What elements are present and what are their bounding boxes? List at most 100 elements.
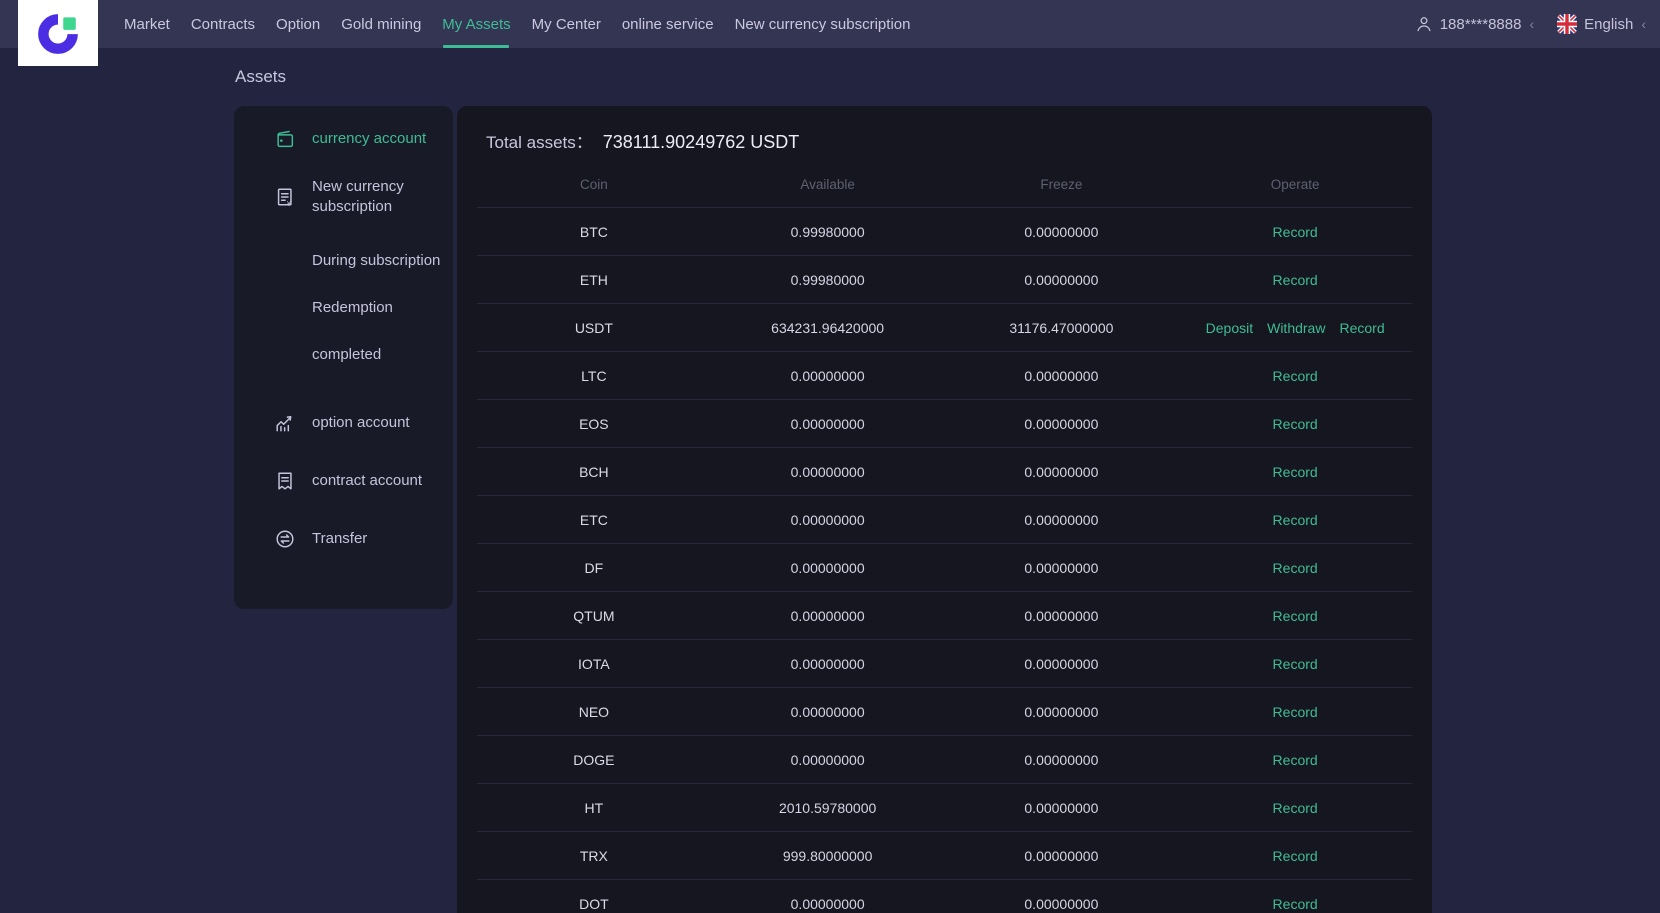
- sidebar-item-label: Transfer: [312, 529, 367, 549]
- record-link[interactable]: Record: [1273, 224, 1318, 240]
- language-label: English: [1584, 16, 1633, 33]
- table-row: TRX 999.80000000 0.00000000 Record: [477, 831, 1412, 879]
- sidebar-item-currency-account[interactable]: currency account: [234, 126, 453, 152]
- nav-menu: Market Contracts Option Gold mining My A…: [0, 0, 910, 48]
- language-selector[interactable]: English ‹: [1557, 14, 1646, 34]
- table-row: LTC 0.00000000 0.00000000 Record: [477, 351, 1412, 399]
- uk-flag-icon: [1557, 14, 1577, 34]
- record-link[interactable]: Record: [1339, 320, 1384, 336]
- table-body: BTC 0.99980000 0.00000000 Record ETH 0.9…: [477, 207, 1412, 913]
- user-menu[interactable]: 188****8888 ‹: [1415, 15, 1534, 33]
- operate-cell: Record: [1178, 416, 1412, 432]
- record-link[interactable]: Record: [1273, 656, 1318, 672]
- transfer-icon: [274, 528, 296, 550]
- table-row: BCH 0.00000000 0.00000000 Record: [477, 447, 1412, 495]
- nav-item-my-center[interactable]: My Center: [532, 0, 601, 48]
- coin-cell: DOT: [477, 896, 711, 912]
- freeze-cell: 0.00000000: [945, 896, 1179, 912]
- record-link[interactable]: Record: [1273, 848, 1318, 864]
- nav-item-option[interactable]: Option: [276, 0, 320, 48]
- chevron-icon: ‹: [1641, 16, 1646, 32]
- table-row: BTC 0.99980000 0.00000000 Record: [477, 207, 1412, 255]
- coin-cell: ETC: [477, 512, 711, 528]
- sidebar-item-completed[interactable]: completed: [234, 342, 453, 368]
- freeze-cell: 0.00000000: [945, 752, 1179, 768]
- sidebar-item-label: During subscription: [312, 251, 440, 271]
- svg-text:¥: ¥: [287, 201, 291, 208]
- sidebar-item-label: Redemption: [312, 298, 393, 318]
- nav-item-online-service[interactable]: online service: [622, 0, 714, 48]
- logo[interactable]: [18, 0, 98, 66]
- record-link[interactable]: Record: [1273, 752, 1318, 768]
- available-cell: 634231.96420000: [711, 320, 945, 336]
- available-cell: 0.99980000: [711, 272, 945, 288]
- page-title: Assets: [235, 67, 286, 87]
- available-cell: 0.00000000: [711, 416, 945, 432]
- chart-icon: [274, 412, 296, 434]
- coin-cell: DOGE: [477, 752, 711, 768]
- available-cell: 0.00000000: [711, 752, 945, 768]
- operate-cell: Record: [1178, 368, 1412, 384]
- available-cell: 0.00000000: [711, 464, 945, 480]
- sidebar-item-during-subscription[interactable]: During subscription: [234, 248, 453, 274]
- user-phone: 188****8888: [1440, 16, 1522, 33]
- record-link[interactable]: Record: [1273, 512, 1318, 528]
- table-row: NEO 0.00000000 0.00000000 Record: [477, 687, 1412, 735]
- operate-cell: Record: [1178, 800, 1412, 816]
- sidebar-item-redemption[interactable]: Redemption: [234, 295, 453, 321]
- record-link[interactable]: Record: [1273, 896, 1318, 912]
- record-link[interactable]: Record: [1273, 368, 1318, 384]
- nav-item-new-currency-subscription[interactable]: New currency subscription: [735, 0, 911, 48]
- sidebar-item-new-currency-subscription[interactable]: ¥ New currency subscription: [234, 175, 453, 219]
- available-cell: 0.00000000: [711, 512, 945, 528]
- coin-cell: NEO: [477, 704, 711, 720]
- operate-cell: Record: [1178, 464, 1412, 480]
- freeze-cell: 0.00000000: [945, 224, 1179, 240]
- available-cell: 2010.59780000: [711, 800, 945, 816]
- freeze-cell: 31176.47000000: [945, 320, 1179, 336]
- freeze-cell: 0.00000000: [945, 800, 1179, 816]
- operate-cell: Record: [1178, 224, 1412, 240]
- operate-cell: Record: [1178, 656, 1412, 672]
- table-row: ETH 0.99980000 0.00000000 Record: [477, 255, 1412, 303]
- record-link[interactable]: Record: [1273, 416, 1318, 432]
- sidebar-item-label: option account: [312, 413, 410, 433]
- operate-cell: Record: [1178, 704, 1412, 720]
- record-link[interactable]: Record: [1273, 608, 1318, 624]
- freeze-cell: 0.00000000: [945, 272, 1179, 288]
- nav-item-market[interactable]: Market: [124, 0, 170, 48]
- nav-item-contracts[interactable]: Contracts: [191, 0, 255, 48]
- freeze-cell: 0.00000000: [945, 608, 1179, 624]
- assets-sidebar: currency account ¥ New currency subscrip…: [234, 106, 453, 609]
- table-row: DOT 0.00000000 0.00000000 Record: [477, 879, 1412, 913]
- top-nav: Market Contracts Option Gold mining My A…: [0, 0, 1660, 48]
- coin-cell: QTUM: [477, 608, 711, 624]
- wallet-icon: [274, 128, 296, 150]
- nav-item-my-assets[interactable]: My Assets: [442, 0, 510, 48]
- nav-right-cluster: 188****8888 ‹ English ‹: [1415, 0, 1646, 48]
- table-row: ETC 0.00000000 0.00000000 Record: [477, 495, 1412, 543]
- sidebar-item-label: contract account: [312, 471, 422, 491]
- sidebar-item-transfer[interactable]: Transfer: [234, 526, 453, 552]
- freeze-cell: 0.00000000: [945, 848, 1179, 864]
- record-link[interactable]: Record: [1273, 464, 1318, 480]
- available-cell: 0.00000000: [711, 656, 945, 672]
- withdraw-link[interactable]: Withdraw: [1267, 320, 1325, 336]
- record-link[interactable]: Record: [1273, 704, 1318, 720]
- record-link[interactable]: Record: [1273, 560, 1318, 576]
- operate-cell: Deposit Withdraw Record: [1178, 320, 1412, 336]
- deposit-link[interactable]: Deposit: [1206, 320, 1253, 336]
- brand-logo-icon: [35, 10, 81, 56]
- record-link[interactable]: Record: [1273, 800, 1318, 816]
- nav-item-gold-mining[interactable]: Gold mining: [341, 0, 421, 48]
- operate-cell: Record: [1178, 272, 1412, 288]
- record-link[interactable]: Record: [1273, 272, 1318, 288]
- available-cell: 0.99980000: [711, 224, 945, 240]
- total-assets-value: 738111.90249762 USDT: [603, 132, 799, 153]
- freeze-cell: 0.00000000: [945, 704, 1179, 720]
- operate-cell: Record: [1178, 896, 1412, 912]
- sidebar-item-contract-account[interactable]: contract account: [234, 468, 453, 494]
- coin-cell: DF: [477, 560, 711, 576]
- sidebar-item-option-account[interactable]: option account: [234, 410, 453, 436]
- coin-cell: EOS: [477, 416, 711, 432]
